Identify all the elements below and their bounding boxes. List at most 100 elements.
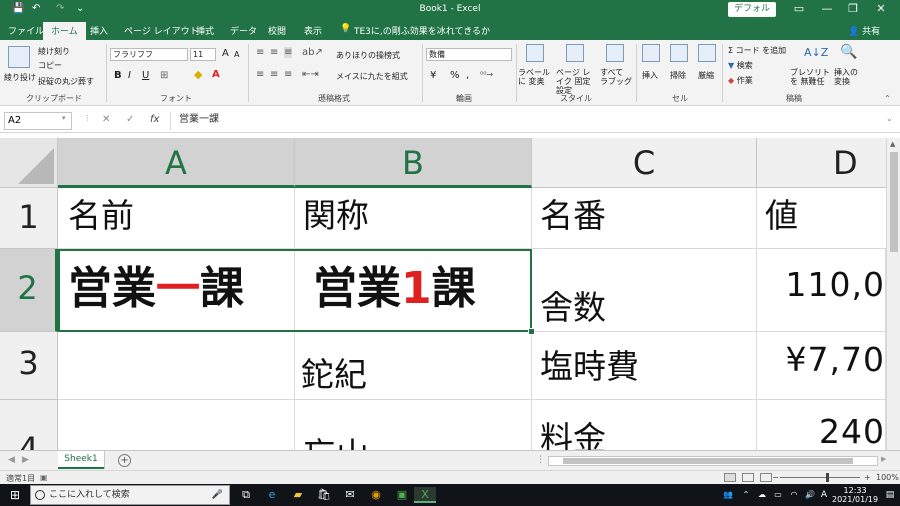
name-box-dropdown-icon[interactable]: ▾ bbox=[62, 114, 66, 122]
cell-d3[interactable]: ¥7,70 bbox=[757, 332, 886, 400]
bold-button[interactable]: B bbox=[114, 70, 122, 81]
insert-function-icon[interactable]: fx bbox=[150, 114, 159, 125]
cell-a1[interactable]: 名前 bbox=[58, 188, 295, 249]
store-icon[interactable]: 🛍 bbox=[316, 487, 332, 503]
tab-data[interactable]: データ bbox=[230, 24, 257, 37]
font-color-icon[interactable]: A bbox=[212, 69, 220, 80]
tab-formulas[interactable]: 挿式 bbox=[196, 24, 214, 37]
cell-a3[interactable] bbox=[58, 332, 295, 400]
column-header-c[interactable]: C bbox=[532, 138, 757, 188]
cell-styles-icon[interactable] bbox=[606, 44, 624, 62]
close-icon[interactable]: ✕ bbox=[872, 2, 890, 15]
orientation-icon[interactable]: ab↗ bbox=[302, 47, 323, 58]
mail-icon[interactable]: ✉ bbox=[342, 487, 358, 503]
conditional-format-button[interactable]: ラベールに 変奥 bbox=[518, 68, 554, 86]
shrink-font-button[interactable]: A bbox=[234, 50, 239, 59]
cell-c1[interactable]: 名番 bbox=[532, 188, 757, 249]
align-right-icon[interactable]: ≡ bbox=[284, 69, 292, 80]
tab-split-grip-icon[interactable]: ⋮ bbox=[536, 455, 545, 465]
tell-me-box[interactable]: TE3に,の剛ふ効果を冰れてきるか bbox=[354, 24, 490, 37]
expand-formula-bar-icon[interactable]: ⌄ bbox=[886, 114, 893, 123]
cell-styles-button[interactable]: すべて ラブッグ bbox=[600, 68, 632, 86]
fill-handle[interactable] bbox=[528, 328, 535, 335]
cell-b1[interactable]: 関称 bbox=[295, 188, 532, 249]
cell-b4[interactable]: 忘山 bbox=[295, 400, 532, 450]
tab-insert[interactable]: 挿入 bbox=[90, 24, 108, 37]
ime-indicator[interactable]: A bbox=[816, 487, 832, 503]
font-name-select[interactable]: フラリフフ bbox=[110, 48, 188, 61]
tab-view[interactable]: 表示 bbox=[304, 24, 322, 37]
delete-cells-button[interactable]: 掃除 bbox=[670, 70, 686, 81]
row-header-1[interactable]: 1 bbox=[0, 188, 58, 249]
sheet-prev-icon[interactable]: ◀ bbox=[8, 455, 15, 465]
battery-icon[interactable]: ▭ bbox=[770, 487, 786, 503]
copy-button[interactable]: コピー bbox=[38, 60, 62, 71]
cell-c3[interactable]: 塩時費 bbox=[532, 332, 757, 400]
format-cells-button[interactable]: 厳縮 bbox=[698, 70, 714, 81]
select-all-corner[interactable] bbox=[0, 138, 58, 188]
normal-view-icon[interactable] bbox=[724, 473, 736, 482]
cancel-entry-icon[interactable]: ✕ bbox=[102, 114, 110, 125]
number-format-select[interactable]: 数備 bbox=[426, 48, 512, 61]
format-table-icon[interactable] bbox=[566, 44, 584, 62]
sort-filter-button[interactable]: ブレソリトを 無難任 bbox=[790, 68, 830, 86]
column-header-a[interactable]: A bbox=[58, 138, 295, 188]
align-top-icon[interactable]: ≡ bbox=[256, 47, 264, 58]
edge-icon[interactable]: e bbox=[264, 487, 280, 503]
confirm-entry-icon[interactable]: ✓ bbox=[126, 114, 134, 125]
taskbar-search[interactable]: ここに入れして検索 🎤 bbox=[30, 485, 230, 505]
scroll-right-icon[interactable]: ▶ bbox=[881, 455, 886, 463]
wifi-icon[interactable]: ◠ bbox=[786, 487, 802, 503]
microphone-icon[interactable]: 🎤 bbox=[212, 486, 223, 504]
chrome-icon[interactable]: ◉ bbox=[368, 487, 384, 503]
vertical-scroll-thumb[interactable] bbox=[890, 152, 898, 252]
cell-d1[interactable]: 値 bbox=[757, 188, 886, 249]
cell-b3[interactable]: 鉈紀 bbox=[295, 332, 532, 400]
format-painter-button[interactable]: 捉碇の丸ジ葬す bbox=[38, 76, 94, 87]
paste-icon[interactable] bbox=[8, 46, 30, 68]
cut-button[interactable]: 綾け刻り bbox=[38, 46, 70, 57]
onedrive-icon[interactable]: ☁ bbox=[754, 487, 770, 503]
row-header-2[interactable]: 2 bbox=[0, 249, 58, 332]
insert-cells-button[interactable]: 挿入 bbox=[642, 70, 658, 81]
vertical-scrollbar[interactable]: ▲ bbox=[886, 138, 900, 450]
minimize-icon[interactable]: — bbox=[818, 2, 836, 15]
clear-button[interactable]: ◆ 作業 bbox=[728, 75, 753, 86]
account-button[interactable]: デフォル bbox=[728, 2, 777, 17]
underline-button[interactable]: U bbox=[142, 70, 149, 81]
add-sheet-button[interactable]: + bbox=[118, 454, 131, 467]
row-header-4[interactable]: 4 bbox=[0, 400, 58, 450]
tab-home[interactable]: ホーム bbox=[43, 22, 86, 40]
line-app-icon[interactable]: ▣ bbox=[394, 487, 410, 503]
align-center-icon[interactable]: ≡ bbox=[270, 69, 278, 80]
show-hidden-icons-icon[interactable]: ⌃ bbox=[738, 487, 754, 503]
scroll-up-icon[interactable]: ▲ bbox=[890, 140, 895, 148]
currency-button[interactable]: ¥ bbox=[430, 70, 436, 81]
tab-page-layout[interactable]: ページ レイアウト bbox=[124, 24, 199, 37]
taskbar-clock[interactable]: 12:33 2021/01/19 bbox=[832, 486, 878, 504]
fill-button[interactable]: ▼ 検索 bbox=[728, 60, 753, 71]
zoom-in-button[interactable]: + bbox=[864, 473, 871, 482]
find-select-icon[interactable]: 🔍 bbox=[840, 44, 857, 60]
cell-d4[interactable]: 240 bbox=[757, 400, 886, 450]
page-break-view-icon[interactable] bbox=[760, 473, 772, 482]
zoom-out-button[interactable]: − bbox=[772, 473, 779, 482]
cell-c2[interactable]: 舎数 bbox=[532, 249, 757, 332]
conditional-format-icon[interactable] bbox=[526, 44, 544, 62]
zoom-slider[interactable] bbox=[780, 477, 860, 478]
percent-button[interactable]: % bbox=[450, 70, 460, 81]
formula-input[interactable]: 営業一課 bbox=[170, 112, 884, 130]
cell-c4[interactable]: 料金 bbox=[532, 400, 757, 450]
task-view-icon[interactable]: ⧉ bbox=[238, 487, 254, 503]
fill-color-icon[interactable]: ◆ bbox=[194, 68, 202, 81]
italic-button[interactable]: I bbox=[128, 70, 131, 81]
comma-button[interactable]: , bbox=[466, 70, 469, 81]
indent-icon[interactable]: ⇤⇥ bbox=[302, 69, 319, 80]
paste-button[interactable]: 綾り投け bbox=[4, 72, 36, 83]
file-explorer-icon[interactable]: ▰ bbox=[290, 487, 306, 503]
decimal-icon[interactable]: ⁰⁰→ bbox=[480, 70, 493, 79]
insert-cells-icon[interactable] bbox=[642, 44, 660, 62]
sheet-next-icon[interactable]: ▶ bbox=[22, 455, 29, 465]
cell-a4[interactable] bbox=[58, 400, 295, 450]
people-icon[interactable]: 👥 bbox=[720, 487, 736, 503]
